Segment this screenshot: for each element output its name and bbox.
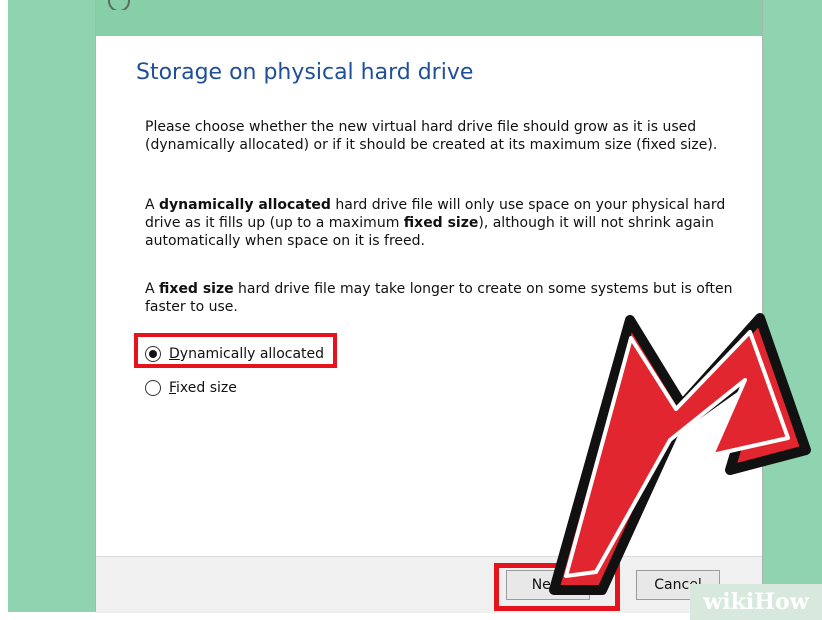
dialog-footer: Next Cancel [96, 556, 762, 613]
option-dynamically-allocated[interactable]: Dynamically allocated [145, 343, 324, 365]
title-bar-remnant [108, 0, 468, 10]
watermark-how: How [754, 589, 809, 615]
left-edge [0, 0, 8, 620]
wikihow-watermark: wiki How [690, 584, 822, 620]
label-rest-fixed: ixed size [176, 380, 237, 396]
option-label-fixed: Fixed size [169, 380, 237, 396]
label-rest-dynamic: ynamically allocated [179, 346, 325, 362]
dialog-content: Storage on physical hard drive Please ch… [96, 36, 762, 556]
description-paragraph-3: A fixed size hard drive file may take lo… [145, 280, 735, 316]
back-icon[interactable] [108, 0, 130, 10]
create-vhd-dialog: Storage on physical hard drive Please ch… [95, 0, 763, 613]
mnemonic-d: D [169, 346, 180, 362]
p3-text-a: A [145, 281, 160, 297]
p2-bold-fixed: fixed size [403, 215, 479, 231]
watermark-wiki: wiki [703, 589, 755, 615]
option-fixed-size[interactable]: Fixed size [145, 377, 237, 399]
page-title: Storage on physical hard drive [136, 60, 474, 85]
p2-bold-dynamic: dynamically allocated [159, 197, 331, 213]
mnemonic-f: F [169, 380, 177, 396]
dialog-header-area [96, 0, 762, 36]
radio-unchecked-icon[interactable] [145, 380, 161, 396]
option-label-dynamic: Dynamically allocated [169, 346, 324, 362]
highlight-box-next [494, 563, 620, 611]
description-paragraph-2: A dynamically allocated hard drive file … [145, 196, 735, 250]
description-paragraph-1: Please choose whether the new virtual ha… [145, 119, 718, 153]
radio-checked-icon[interactable] [145, 346, 161, 362]
p2-text-a: A [145, 197, 160, 213]
p3-text-c: hard drive file may take longer to creat… [145, 281, 733, 315]
p3-bold-fixed: fixed size [159, 281, 234, 297]
